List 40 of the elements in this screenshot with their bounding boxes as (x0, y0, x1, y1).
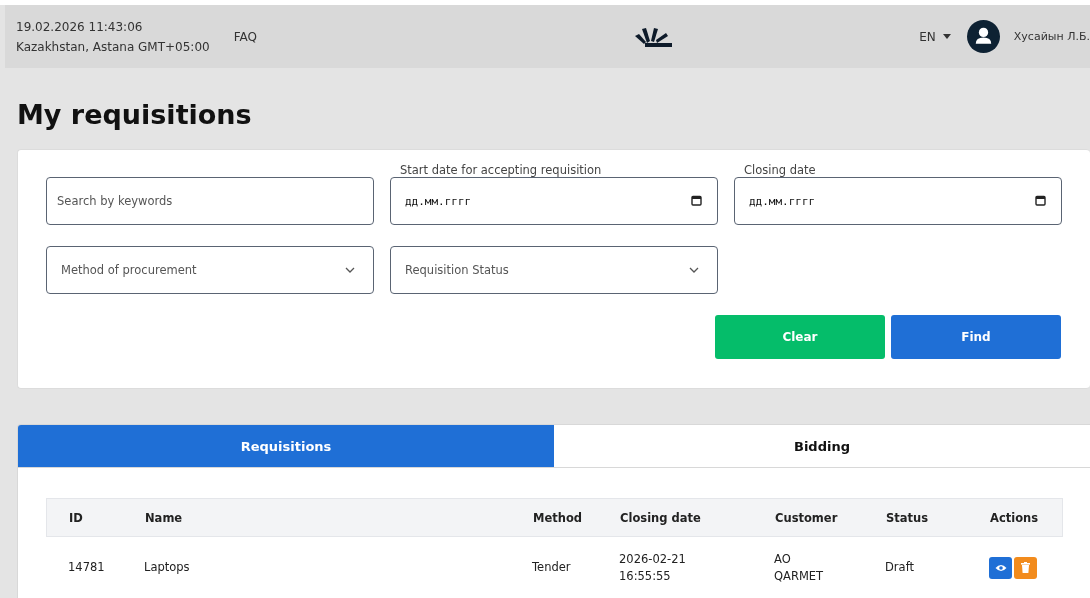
column-header: Method (533, 510, 584, 525)
search-field[interactable]: Search by keywords (46, 177, 374, 225)
table-cell-text: 2026-02-21 16:55:55 (619, 550, 687, 585)
date-field[interactable]: дд.мм.гггг (390, 177, 718, 225)
faq-link[interactable]: FAQ (233, 29, 257, 44)
view-button[interactable] (989, 556, 1012, 579)
table-cell-text: Draft (885, 559, 915, 576)
field-label: Closing date (744, 163, 816, 177)
chevron-down-icon (345, 267, 355, 273)
tab[interactable]: Bidding (554, 425, 1090, 467)
table-cell-text: Tender (532, 559, 572, 576)
table-cell-text: 14781 (68, 559, 106, 576)
user-avatar-icon[interactable] (966, 20, 1000, 53)
logo-icon (633, 25, 673, 48)
caret-icon (942, 34, 951, 39)
find-button[interactable]: Find (891, 315, 1061, 359)
field-label: Start date for accepting requisition (400, 163, 602, 177)
tab[interactable]: Requisitions (18, 425, 554, 467)
chevron-down-icon (689, 267, 699, 273)
delete-button[interactable] (1014, 556, 1037, 579)
user-name[interactable]: Хусайын Л.Б. (1013, 30, 1090, 43)
timezone: Kazakhstan, Astana GMT+05:00 (16, 38, 210, 56)
column-header: Customer (775, 510, 839, 525)
language-dropdown[interactable]: EN (919, 29, 951, 44)
column-header: Name (145, 510, 184, 525)
eye-icon (994, 563, 1007, 572)
column-header: Closing date (620, 510, 702, 525)
table-cell-text: Laptops (144, 559, 191, 576)
calendar-icon (1035, 195, 1046, 206)
table-cell-text: AO QARMET (774, 550, 825, 585)
date-field[interactable]: дд.мм.гггг (734, 177, 1062, 225)
method-select[interactable]: Method of procurement (46, 246, 374, 294)
calendar-icon (691, 195, 702, 206)
page-title: My requisitions (17, 98, 253, 132)
trash-icon (1021, 562, 1030, 573)
current-datetime: 19.02.2026 11:43:06 (16, 18, 144, 36)
column-header: Actions (990, 510, 1040, 525)
column-header: ID (69, 510, 84, 525)
status-select[interactable]: Requisition Status (390, 246, 718, 294)
column-header: Status (886, 510, 930, 525)
